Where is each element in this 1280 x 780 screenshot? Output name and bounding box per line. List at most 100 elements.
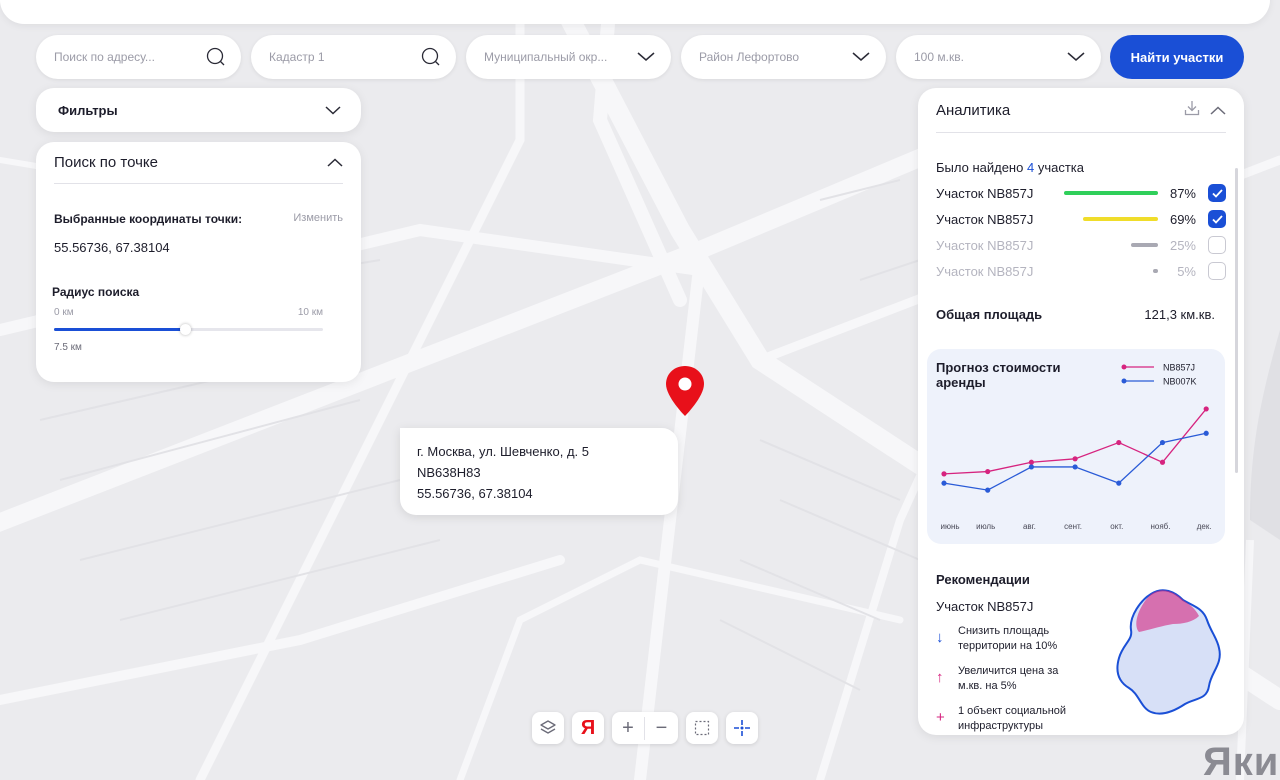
- address-search-placeholder: Поиск по адресу...: [54, 50, 155, 64]
- district-select[interactable]: Район Лефортово: [681, 35, 886, 79]
- x-tick-label: окт.: [1110, 522, 1123, 531]
- plot-row[interactable]: Участок NB857J 87%: [936, 183, 1226, 203]
- municipality-select-value: Муниципальный окр...: [484, 50, 608, 64]
- series-line-NB007K: [943, 432, 1207, 491]
- recommendation-item: ↑ Увеличится цена за м.кв. на 5%: [936, 664, 1076, 694]
- plot-checkbox[interactable]: [1208, 184, 1226, 202]
- plot-name: Участок NB857J: [936, 211, 1034, 227]
- chevron-down-icon: [325, 103, 341, 118]
- plus-icon: +: [936, 709, 945, 726]
- edit-coords-link[interactable]: Изменить: [293, 212, 343, 226]
- recommendation-item: ↓ Снизить площадь территории на 10%: [936, 624, 1076, 654]
- x-tick-label: июль: [976, 522, 995, 531]
- slider-handle[interactable]: [180, 324, 192, 335]
- municipality-select[interactable]: Муниципальный окр...: [466, 35, 671, 79]
- chevron-down-icon: [635, 46, 657, 68]
- total-area-value: 121,3 км.кв.: [1144, 307, 1215, 322]
- plot-score-percent: 69%: [1169, 211, 1196, 227]
- zoom-in-button[interactable]: +: [612, 716, 645, 740]
- legend-marker: [1121, 364, 1127, 370]
- data-point[interactable]: [1203, 406, 1209, 412]
- plot-name: Участок NB857J: [936, 185, 1034, 201]
- plot-row[interactable]: Участок NB857J 5%: [936, 261, 1226, 281]
- district-select-value: Район Лефортово: [699, 50, 800, 64]
- zoom-out-button[interactable]: −: [645, 717, 678, 740]
- map-pin-icon[interactable]: [665, 365, 705, 417]
- area-select[interactable]: 100 м.кв.: [896, 35, 1101, 79]
- coords-label: Выбранные координаты точки:: [54, 212, 243, 226]
- x-tick-label: дек.: [1197, 522, 1212, 531]
- plot-score-bar: [1064, 191, 1158, 195]
- filters-dropdown[interactable]: Фильтры: [36, 88, 361, 132]
- data-point[interactable]: [1028, 459, 1034, 465]
- area-select-tool-button[interactable]: [686, 712, 718, 744]
- x-tick-label: авг.: [1023, 522, 1036, 531]
- plot-row[interactable]: Участок NB857J 69%: [936, 209, 1226, 229]
- range-max-label: 10 км: [297, 307, 323, 318]
- recommendation-text: Увеличится цена за м.кв. на 5%: [958, 665, 1059, 692]
- data-point[interactable]: [1159, 439, 1166, 446]
- analytics-panel: Аналитика Было найдено 4 участка Участок…: [918, 88, 1244, 735]
- data-point[interactable]: [1203, 430, 1209, 436]
- search-icon[interactable]: [420, 46, 442, 68]
- plot-checkbox[interactable]: [1208, 236, 1226, 254]
- total-area-row: Общая площадь 121,3 км.кв.: [936, 307, 1215, 322]
- point-search-panel: Поиск по точке Выбранные координаты точк…: [36, 142, 361, 382]
- plot-name: Участок NB857J: [936, 237, 1034, 253]
- data-point[interactable]: [1072, 456, 1078, 462]
- data-point[interactable]: [941, 480, 947, 486]
- layers-button[interactable]: [532, 712, 564, 744]
- download-icon[interactable]: [1184, 100, 1200, 120]
- x-tick-label: сент.: [1064, 522, 1082, 531]
- check-icon: [1211, 188, 1223, 198]
- plot-name: Участок NB857J: [936, 263, 1034, 279]
- data-point[interactable]: [1028, 464, 1034, 470]
- search-icon[interactable]: [205, 46, 227, 68]
- point-tool-button[interactable]: [726, 712, 758, 744]
- plot-score-percent: 87%: [1169, 185, 1196, 201]
- chevron-up-icon[interactable]: [1210, 102, 1226, 119]
- recommendation-item: +1 объект социальной инфраструктуры: [936, 704, 1076, 734]
- legend-marker: [1121, 378, 1127, 384]
- location-popup: г. Москва, ул. Шевченко, д. 5 NB638H83 5…: [400, 428, 678, 515]
- plot-row[interactable]: Участок NB857J 25%: [936, 235, 1226, 255]
- rent-forecast-chart: Прогноз стоимости аренды NB857J NB007K июн…: [927, 349, 1225, 544]
- find-plots-button[interactable]: Найти участки: [1110, 35, 1244, 79]
- data-point[interactable]: [1116, 480, 1122, 486]
- zoom-controls: + −: [612, 712, 678, 744]
- plot-checkbox[interactable]: [1208, 210, 1226, 228]
- top-header-bar: [0, 0, 1270, 24]
- chevron-down-icon: [850, 46, 872, 68]
- data-point[interactable]: [1116, 439, 1122, 446]
- data-point[interactable]: [1159, 459, 1166, 465]
- analytics-scrollbar[interactable]: [1235, 168, 1238, 473]
- analytics-title: Аналитика: [936, 101, 1011, 119]
- area-select-value: 100 м.кв.: [914, 50, 964, 64]
- plot-score-bar: [1083, 217, 1158, 221]
- radius-slider[interactable]: [54, 324, 323, 335]
- legend-label: NB007K: [1163, 377, 1197, 387]
- crosshair-icon: [734, 720, 750, 736]
- data-point[interactable]: [1072, 464, 1078, 470]
- address-search-input[interactable]: Поиск по адресу...: [36, 35, 241, 79]
- data-point[interactable]: [985, 468, 991, 475]
- data-point[interactable]: [985, 487, 991, 493]
- arrow-up-icon: ↑: [936, 669, 944, 686]
- check-icon: [1211, 214, 1223, 224]
- plot-checkbox[interactable]: [1208, 262, 1226, 280]
- cadastre-search-input[interactable]: Кадастр 1: [251, 35, 456, 79]
- selection-icon: [694, 720, 710, 736]
- point-search-header[interactable]: Поиск по точке: [54, 142, 343, 184]
- map-provider-logo: Яки: [1203, 740, 1280, 780]
- data-point[interactable]: [941, 471, 947, 477]
- total-area-label: Общая площадь: [936, 307, 1043, 322]
- yandex-button[interactable]: Я: [572, 712, 604, 744]
- chevron-up-icon[interactable]: [327, 154, 343, 171]
- found-count-text: Было найдено 4 участка: [936, 160, 1244, 175]
- found-suffix: участка: [1034, 160, 1084, 175]
- x-tick-label: нояб.: [1150, 522, 1170, 531]
- plot-score-percent: 5%: [1177, 263, 1196, 279]
- filters-label: Фильтры: [58, 102, 118, 118]
- legend-label: NB857J: [1163, 363, 1195, 373]
- recommendation-text: Снизить площадь территории на 10%: [958, 625, 1058, 652]
